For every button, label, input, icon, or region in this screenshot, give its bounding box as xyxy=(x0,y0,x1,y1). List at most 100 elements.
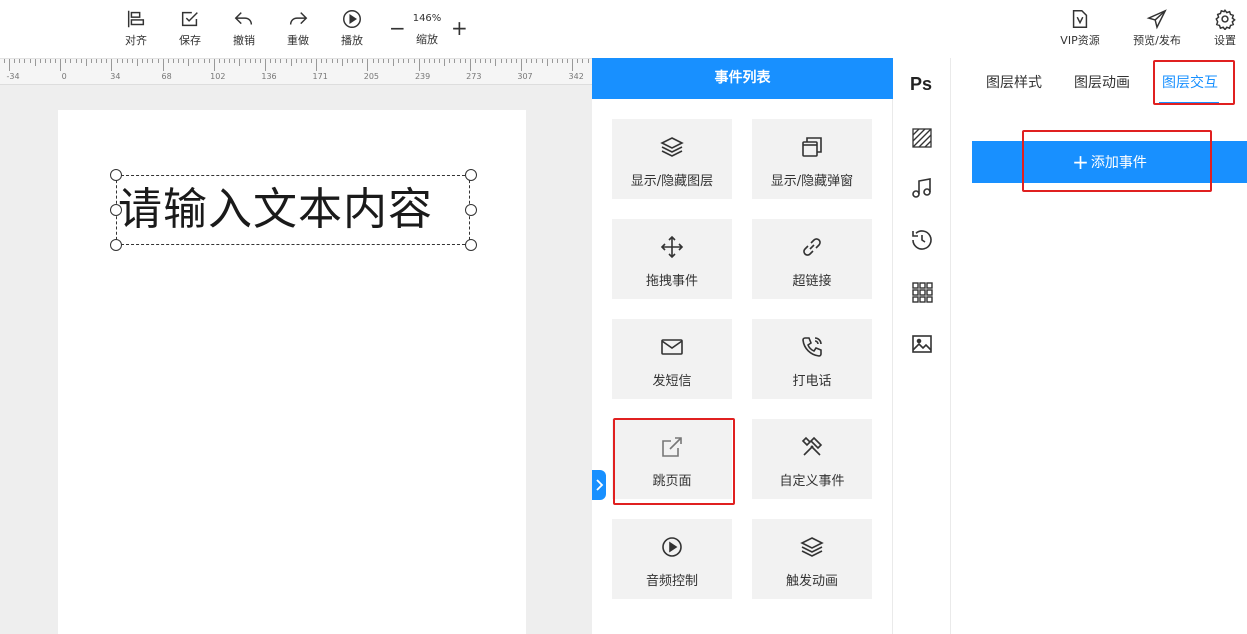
popup-icon xyxy=(802,137,822,157)
tool-icon-strip: Ps xyxy=(893,58,951,634)
save-icon xyxy=(181,11,198,27)
ruler-tick xyxy=(352,59,353,63)
ruler-tick xyxy=(147,59,149,63)
event-phone-call[interactable]: 打电话 xyxy=(752,319,872,399)
event-list-panel: 事件列表 显示/隐藏图层 显示/隐藏弹窗 拖拽事件 超链接 发短信 打电话 跳页… xyxy=(592,58,893,634)
ruler-tick xyxy=(377,59,379,63)
resize-handle-top-right[interactable] xyxy=(465,169,477,181)
ruler-tick xyxy=(428,59,430,63)
ruler-tick xyxy=(44,59,46,63)
event-drag[interactable]: 拖拽事件 xyxy=(612,219,732,299)
event-send-sms[interactable]: 发短信 xyxy=(612,319,732,399)
ruler-tick xyxy=(229,59,231,63)
ruler-tick xyxy=(183,59,185,63)
ruler-tick xyxy=(218,59,220,63)
resize-handle-bottom-left[interactable] xyxy=(110,239,122,251)
tab-layer-interaction[interactable]: 图层交互 xyxy=(1162,72,1218,92)
ruler-tick xyxy=(14,59,16,63)
ruler-tick xyxy=(172,59,174,63)
ruler-tick xyxy=(515,59,517,63)
tab-layer-style[interactable]: 图层样式 xyxy=(986,72,1042,92)
preview-publish-button[interactable]: 预览/发布 xyxy=(1130,8,1184,48)
save-label: 保存 xyxy=(179,34,201,47)
event-show-hide-popup[interactable]: 显示/隐藏弹窗 xyxy=(752,119,872,199)
resize-handle-right[interactable] xyxy=(465,204,477,216)
ruler-tick xyxy=(137,59,138,66)
text-content[interactable]: 请输入文本内容 xyxy=(118,184,433,236)
ruler-tick xyxy=(295,59,297,63)
resize-handle-left[interactable] xyxy=(110,204,122,216)
align-icon xyxy=(127,10,145,28)
ruler-tick xyxy=(362,59,364,63)
event-label: 超链接 xyxy=(792,274,832,289)
undo-label: 撤销 xyxy=(233,34,255,47)
music-button[interactable] xyxy=(910,176,934,200)
ruler-tick xyxy=(3,59,5,63)
redo-button[interactable]: 重做 xyxy=(278,8,318,48)
plus-icon: + xyxy=(1072,150,1089,174)
ruler-tick xyxy=(505,59,507,63)
event-audio-control[interactable]: 音频控制 xyxy=(612,519,732,599)
resize-handle-bottom-right[interactable] xyxy=(465,239,477,251)
vip-resources-button[interactable]: VIP资源 xyxy=(1058,8,1102,48)
ruler-tick xyxy=(567,59,569,63)
ruler-tick xyxy=(39,59,41,63)
ruler-label: 102 xyxy=(210,72,226,81)
save-button[interactable]: 保存 xyxy=(170,8,210,48)
properties-panel: 图层样式 图层动画 图层交互 + 添加事件 xyxy=(952,58,1247,634)
vip-label: VIP资源 xyxy=(1060,34,1100,47)
chevron-right-icon xyxy=(596,479,604,491)
ruler-tick xyxy=(311,59,313,63)
align-button[interactable]: 对齐 xyxy=(116,8,156,48)
ruler-tick xyxy=(393,59,394,66)
event-show-hide-layer[interactable]: 显示/隐藏图层 xyxy=(612,119,732,199)
grid-icon xyxy=(912,282,933,303)
undo-button[interactable]: 撤销 xyxy=(224,8,264,48)
texture-button[interactable] xyxy=(910,126,934,150)
ruler-tick xyxy=(203,59,205,63)
ruler-tick xyxy=(126,59,128,63)
collapse-panel-tab[interactable] xyxy=(592,470,606,500)
ruler-tick xyxy=(239,59,241,66)
image-button[interactable] xyxy=(910,332,934,356)
ruler-tick xyxy=(444,59,446,66)
redo-icon xyxy=(289,12,308,25)
ruler-tick xyxy=(106,59,108,63)
ruler-tick xyxy=(96,59,97,63)
ruler-tick xyxy=(367,59,369,71)
event-jump-page[interactable]: 跳页面 xyxy=(612,419,732,499)
ruler-tick xyxy=(341,59,343,66)
event-hyperlink[interactable]: 超链接 xyxy=(752,219,872,299)
ruler-label: 342 xyxy=(568,72,584,81)
ruler-tick xyxy=(434,59,435,63)
ruler-tick xyxy=(485,59,487,63)
history-button[interactable] xyxy=(910,228,934,252)
ruler-tick xyxy=(244,59,246,63)
ps-icon[interactable]: Ps xyxy=(910,74,932,95)
event-trigger-animation[interactable]: 触发动画 xyxy=(752,519,872,599)
event-label: 音频控制 xyxy=(645,574,698,589)
zoom-in-button[interactable]: + xyxy=(451,18,468,38)
ruler-tick xyxy=(336,59,338,63)
zoom-control: − 146% 缩放 + xyxy=(384,10,470,50)
zoom-out-button[interactable]: − xyxy=(389,18,406,38)
ruler-tick xyxy=(24,59,26,63)
event-label: 显示/隐藏图层 xyxy=(630,174,714,189)
add-event-button[interactable]: + 添加事件 xyxy=(972,141,1247,183)
play-button[interactable]: 播放 xyxy=(332,8,372,48)
tab-layer-animation[interactable]: 图层动画 xyxy=(1074,72,1130,92)
canvas-area[interactable]: -34 0 34 68 102 136 171 205 239 273 307 342 xyxy=(0,58,592,634)
ruler-label: 0 xyxy=(61,72,67,81)
grid-button[interactable] xyxy=(910,280,934,304)
settings-button[interactable]: 设置 xyxy=(1205,8,1245,48)
ruler-tick xyxy=(423,59,425,63)
ruler-tick xyxy=(270,59,272,63)
ruler-tick xyxy=(556,59,558,63)
selected-text-element[interactable]: 请输入文本内容 xyxy=(116,175,470,245)
ruler-tick xyxy=(551,59,553,63)
send-icon xyxy=(1146,9,1167,30)
ruler-tick xyxy=(259,59,261,63)
ruler-tick xyxy=(162,59,164,71)
resize-handle-top-left[interactable] xyxy=(110,169,122,181)
event-custom[interactable]: 自定义事件 xyxy=(752,419,872,499)
